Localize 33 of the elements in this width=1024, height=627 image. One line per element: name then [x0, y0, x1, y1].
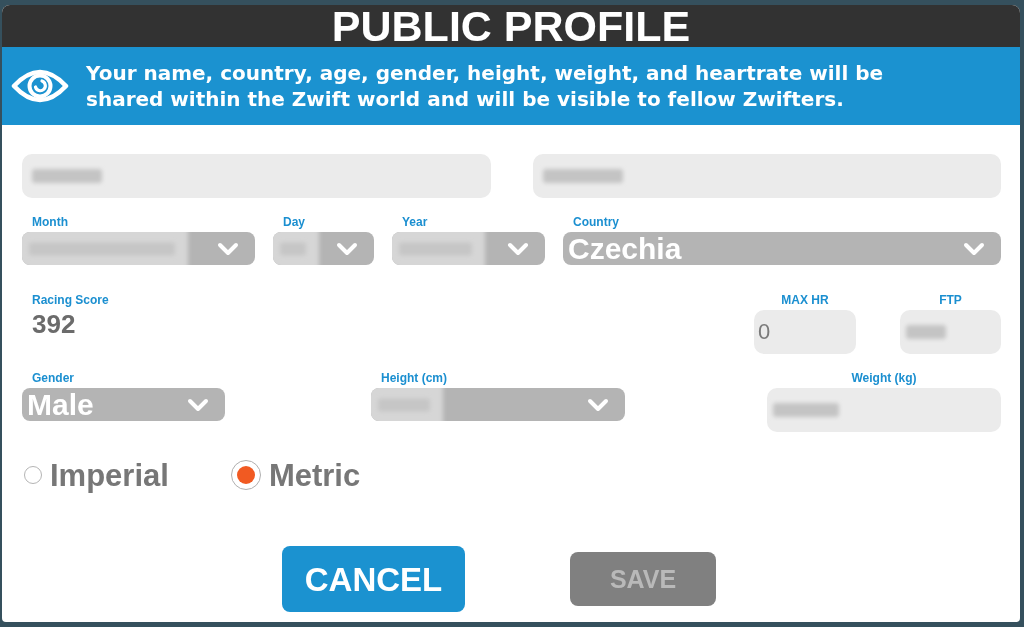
field-label: MAX HR: [780, 292, 830, 308]
field-label: Country: [572, 214, 620, 230]
chevron-down-icon: [507, 241, 529, 256]
chevron-down-icon: [336, 241, 358, 256]
field-label: Racing Score: [31, 292, 109, 308]
notice-text: Your name, country, age, gender, height, weight, and heartrate will be shared within the Zwift world and will be visible to fellow Zwifters.: [86, 60, 885, 112]
dropdown[interactable]: [371, 388, 625, 421]
dropdown[interactable]: Male: [22, 388, 225, 421]
dropdown[interactable]: [273, 232, 374, 265]
text-field[interactable]: [767, 388, 1001, 432]
dropdown[interactable]: Czechia: [563, 232, 1001, 265]
chevron-down-icon: [217, 241, 239, 256]
text-field[interactable]: 0: [754, 310, 856, 354]
unit-radio-option[interactable]: Metric: [230, 459, 361, 491]
dropdown[interactable]: [392, 232, 545, 265]
chevron-down-icon: [963, 241, 985, 256]
text-field[interactable]: [22, 154, 491, 198]
field-label: Year: [401, 214, 429, 230]
field-label: FTP: [938, 292, 963, 308]
dropdown[interactable]: [22, 232, 255, 265]
racing-score-value: 392: [31, 311, 77, 337]
unit-radio-option[interactable]: Imperial: [24, 459, 169, 491]
field-label: Gender: [31, 370, 75, 386]
field-label: Weight (kg): [850, 370, 918, 386]
text-field[interactable]: [532, 154, 1001, 198]
field-label: Height (cm): [380, 370, 448, 386]
field-label: Day: [282, 214, 306, 230]
field-label: Month: [31, 214, 69, 230]
cancel-button[interactable]: CANCEL: [282, 546, 465, 612]
text-field[interactable]: [900, 310, 1001, 354]
chevron-down-icon: [587, 397, 609, 412]
chevron-down-icon: [187, 397, 209, 412]
dialog-title: PUBLIC PROFILE: [331, 5, 691, 48]
